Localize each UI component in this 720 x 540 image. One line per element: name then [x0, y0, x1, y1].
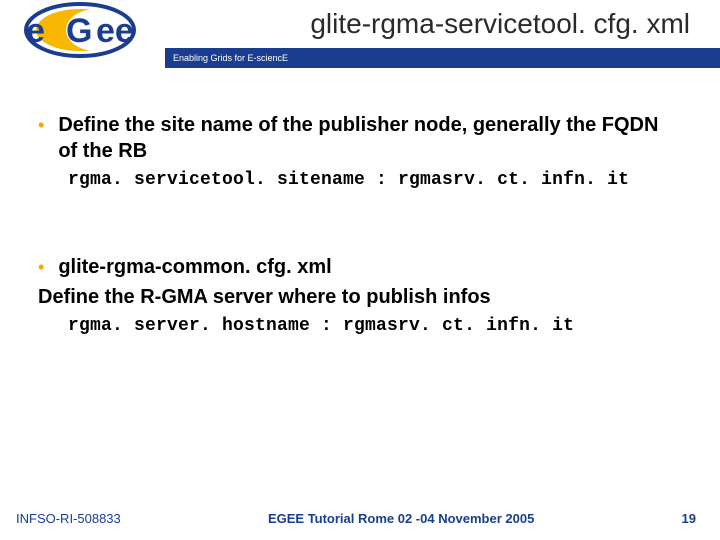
body-line-2: Define the R-GMA server where to publish…	[38, 284, 682, 310]
footer-center: EGEE Tutorial Rome 02 -04 November 2005	[268, 511, 534, 526]
bullet-text-1: Define the site name of the publisher no…	[58, 112, 682, 164]
code-line-2: rgma. server. hostname : rgmasrv. ct. in…	[68, 316, 682, 336]
slide-title: glite-rgma-servicetool. cfg. xml	[310, 8, 690, 40]
bullet-item-1: • Define the site name of the publisher …	[38, 112, 682, 164]
bullet-item-2: • glite-rgma-common. cfg. xml	[38, 254, 682, 280]
tagline-text: Enabling Grids for E-sciencE	[173, 53, 288, 63]
slide-header: e G ee glite-rgma-servicetool. cfg. xml …	[0, 0, 720, 72]
title-bar: glite-rgma-servicetool. cfg. xml	[0, 0, 720, 48]
bullet-icon: •	[38, 254, 44, 280]
footer-left: INFSO-RI-508833	[16, 511, 121, 526]
page-number: 19	[682, 511, 696, 526]
slide-footer: INFSO-RI-508833 EGEE Tutorial Rome 02 -0…	[0, 511, 720, 526]
bullet-text-2: glite-rgma-common. cfg. xml	[58, 254, 331, 280]
code-line-1: rgma. servicetool. sitename : rgmasrv. c…	[68, 170, 682, 190]
slide-body: • Define the site name of the publisher …	[0, 72, 720, 336]
bullet-icon: •	[38, 112, 44, 138]
tagline-stripe: Enabling Grids for E-sciencE	[165, 48, 720, 68]
